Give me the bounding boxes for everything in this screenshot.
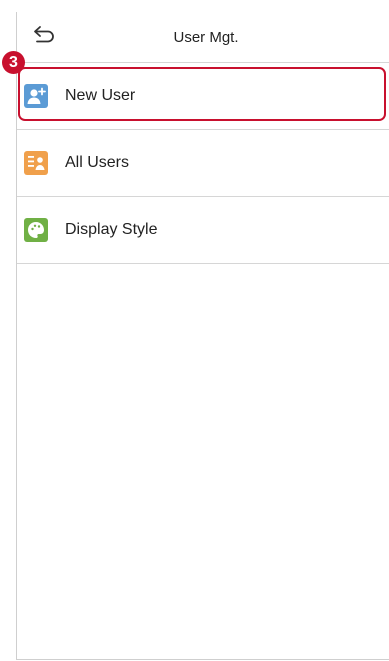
- menu-item-label: New User: [65, 87, 136, 104]
- menu-item-new-user[interactable]: New User: [17, 63, 389, 130]
- menu-item-display-style[interactable]: Display Style: [17, 197, 389, 264]
- user-management-screen: User Mgt. New User All Users Display Sty…: [16, 12, 389, 660]
- add-user-icon: [24, 84, 48, 108]
- menu-item-label: Display Style: [65, 221, 158, 238]
- palette-icon: [24, 218, 48, 242]
- header-bar: User Mgt.: [17, 12, 389, 63]
- user-list-icon: [24, 151, 48, 175]
- page-title: User Mgt.: [173, 29, 239, 46]
- menu-item-all-users[interactable]: All Users: [17, 130, 389, 197]
- step-number-badge: 3: [2, 51, 25, 74]
- menu-item-label: All Users: [65, 154, 130, 171]
